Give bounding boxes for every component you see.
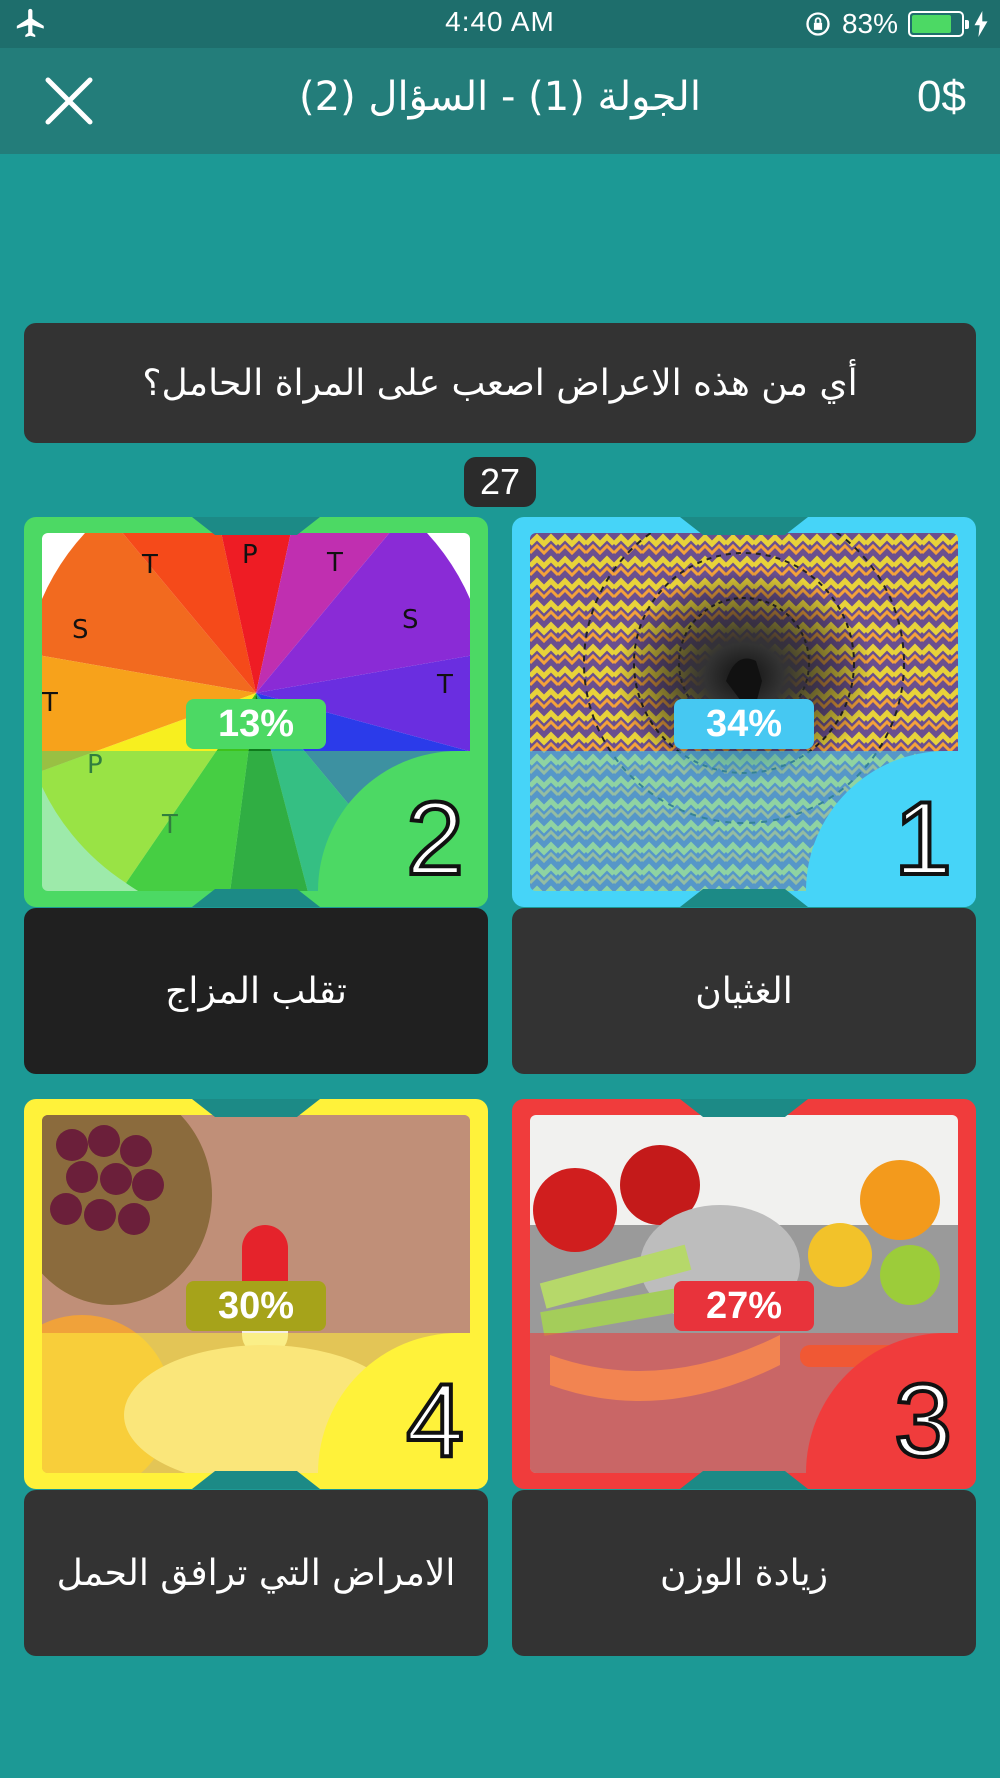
vote-percent-3: 27%	[674, 1281, 814, 1331]
question-text: أي من هذه الاعراض اصعب على المراة الحامل…	[24, 323, 976, 443]
vote-percent-4: 30%	[186, 1281, 326, 1331]
answer-button-2[interactable]: تقلب المزاج	[24, 908, 488, 1074]
answer-button-1[interactable]: الغثيان	[512, 908, 976, 1074]
battery-icon	[908, 11, 969, 37]
battery-percent: 83%	[841, 8, 898, 39]
charging-bolt-icon	[974, 11, 988, 37]
svg-text:P: P	[242, 540, 258, 570]
countdown-timer: 27	[464, 457, 536, 507]
answer-button-4[interactable]: الامراض التي ترافق الحمل	[24, 1490, 488, 1656]
game-header: الجولة (1) - السؤال (2) 0$	[0, 48, 1000, 154]
vote-percent-1: 34%	[674, 699, 814, 749]
svg-text:S: S	[402, 605, 419, 635]
option-card-4[interactable]: 30% 4	[24, 1099, 488, 1489]
option-card-2[interactable]: TPT STS TPT 13% 2	[24, 517, 488, 907]
option-number-4: 4	[404, 1363, 466, 1479]
round-question-title: الجولة (1) - السؤال (2)	[299, 74, 701, 120]
option-number-1: 1	[892, 781, 954, 897]
svg-text:T: T	[141, 550, 158, 580]
svg-text:S: S	[72, 615, 89, 645]
money-balance: 0$	[917, 72, 966, 121]
svg-text:T: T	[326, 548, 343, 578]
svg-text:T: T	[42, 688, 58, 718]
vote-percent-2: 13%	[186, 699, 326, 749]
close-button[interactable]	[42, 74, 96, 128]
answer-button-3[interactable]: زيادة الوزن	[512, 1490, 976, 1656]
option-number-3: 3	[892, 1363, 954, 1479]
status-bar: 4:40 AM 83%	[0, 0, 1000, 48]
svg-text:T: T	[436, 670, 453, 700]
option-card-3[interactable]: 27% 3	[512, 1099, 976, 1489]
option-card-1[interactable]: 34% 1	[512, 517, 976, 907]
rotation-lock-icon	[806, 12, 830, 36]
option-number-2: 2	[404, 781, 466, 897]
